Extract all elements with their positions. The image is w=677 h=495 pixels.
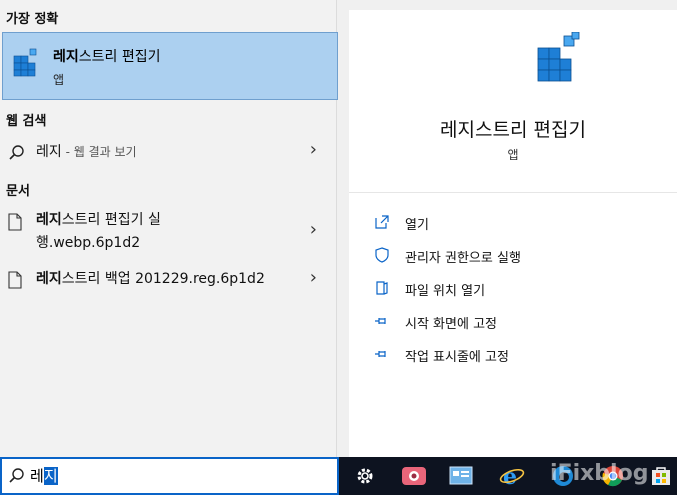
search-icon xyxy=(9,145,24,160)
taskbar-internet-explorer[interactable]: e xyxy=(487,457,535,495)
search-input[interactable]: 레지 xyxy=(30,465,58,486)
divider xyxy=(349,192,677,193)
document-icon xyxy=(8,213,22,231)
document-name-line1: 레지스트리 편집기 실 xyxy=(36,212,161,228)
web-query-text: 레지 xyxy=(36,144,62,160)
control-panel-icon xyxy=(449,466,473,485)
action-label: 파일 위치 열기 xyxy=(405,284,486,299)
registry-editor-icon xyxy=(537,32,580,82)
preview-app-name: 레지스트리 편집기 xyxy=(440,119,586,141)
chevron-right-icon[interactable]: › xyxy=(310,139,317,160)
preview-app-kind: 앱 xyxy=(507,148,519,162)
registry-editor-icon xyxy=(13,48,37,77)
media-icon xyxy=(402,467,426,485)
action-open-file-location[interactable]: 파일 위치 열기 xyxy=(374,278,654,300)
shield-icon xyxy=(375,247,389,263)
best-match-item[interactable]: 레지스트리 편집기 앱 xyxy=(2,32,338,100)
store-icon xyxy=(652,467,670,485)
watermark: iFixblog xyxy=(550,461,649,486)
best-match-subtitle: 앱 xyxy=(53,73,65,87)
results-pane: 가장 정확 레지스트리 편집기 앱 웹 검색 레지 - 웹 결과 보기 › 문서 xyxy=(0,0,338,457)
search-box[interactable]: 레지 xyxy=(0,457,339,495)
pin-icon xyxy=(375,351,386,357)
chevron-right-icon[interactable]: › xyxy=(310,267,317,288)
taskbar-control-panel[interactable] xyxy=(437,457,485,495)
preview-pane: 레지스트리 편집기 앱 열기 관리자 권한으로 실행 파일 위치 열기 시작 화… xyxy=(349,10,677,457)
web-search-header: 웹 검색 xyxy=(6,114,47,129)
settings-icon xyxy=(357,468,373,484)
search-icon xyxy=(9,468,24,483)
action-label: 작업 표시줄에 고정 xyxy=(405,350,509,365)
internet-explorer-icon: e xyxy=(499,464,525,488)
svg-text:e: e xyxy=(503,464,517,488)
pin-icon xyxy=(375,318,386,324)
action-label: 시작 화면에 고정 xyxy=(405,317,497,332)
document-item[interactable]: 레지스트리 편집기 실 행.webp.6p1d2 › xyxy=(0,209,337,257)
action-open[interactable]: 열기 xyxy=(374,212,654,234)
action-label: 열기 xyxy=(405,218,429,233)
file-location-icon xyxy=(376,281,388,295)
action-pin-to-start[interactable]: 시작 화면에 고정 xyxy=(374,311,654,333)
taskbar-media-app[interactable] xyxy=(389,457,437,495)
document-item[interactable]: 레지스트리 백업 201229.reg.6p1d2 › xyxy=(0,267,337,293)
search-selected-text: 지 xyxy=(43,467,58,485)
document-icon xyxy=(8,271,22,289)
open-icon xyxy=(375,215,389,229)
web-search-item[interactable]: 레지 - 웹 결과 보기 › xyxy=(0,139,337,166)
taskbar-settings[interactable] xyxy=(341,457,389,495)
action-pin-to-taskbar[interactable]: 작업 표시줄에 고정 xyxy=(374,344,654,366)
action-run-as-admin[interactable]: 관리자 권한으로 실행 xyxy=(374,245,654,267)
taskbar: e iFixblog xyxy=(339,457,677,495)
chevron-right-icon[interactable]: › xyxy=(310,219,317,240)
web-query-suffix: - 웹 결과 보기 xyxy=(61,145,137,159)
best-match-header: 가장 정확 xyxy=(6,12,59,27)
document-name: 레지스트리 백업 201229.reg.6p1d2 xyxy=(36,271,265,287)
documents-header: 문서 xyxy=(6,184,30,199)
best-match-title: 레지스트리 편집기 xyxy=(53,49,161,65)
action-label: 관리자 권한으로 실행 xyxy=(405,251,521,266)
document-name-line2: 행.webp.6p1d2 xyxy=(36,235,141,251)
